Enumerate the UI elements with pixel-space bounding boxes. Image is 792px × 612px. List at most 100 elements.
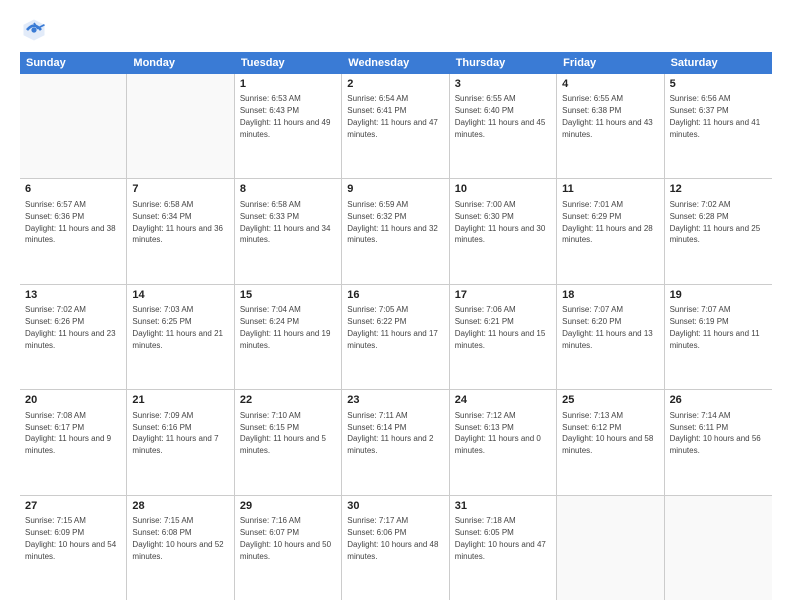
day-number: 15 — [240, 288, 336, 303]
calendar-row-3: 20Sunrise: 7:08 AM Sunset: 6:17 PM Dayli… — [20, 390, 772, 495]
calendar-cell-day-18: 18 Sunrise: 7:07 AM Sunset: 6:20 PM Dayli… — [557, 285, 664, 389]
day-info: Sunrise: 6:59 AM Sunset: 6:32 PM Dayligh… — [347, 200, 438, 245]
calendar-cell-day-11: 11 Sunrise: 7:01 AM Sunset: 6:29 PM Dayli… — [557, 179, 664, 283]
day-number: 17 — [455, 288, 551, 303]
calendar-cell-day-3: 3 Sunrise: 6:55 AM Sunset: 6:40 PM Daylig… — [450, 74, 557, 178]
day-number: 18 — [562, 288, 658, 303]
day-number: 6 — [25, 182, 121, 197]
calendar-header: SundayMondayTuesdayWednesdayThursdayFrid… — [20, 52, 772, 74]
day-number: 21 — [132, 393, 228, 408]
day-number: 30 — [347, 499, 443, 514]
calendar-cell-day-15: 15 Sunrise: 7:04 AM Sunset: 6:24 PM Dayli… — [235, 285, 342, 389]
day-number: 27 — [25, 499, 121, 514]
header-day-wednesday: Wednesday — [342, 52, 449, 74]
calendar-cell-day-8: 8 Sunrise: 6:58 AM Sunset: 6:33 PM Daylig… — [235, 179, 342, 283]
day-number: 31 — [455, 499, 551, 514]
calendar-cell-day-16: 16Sunrise: 7:05 AM Sunset: 6:22 PM Dayli… — [342, 285, 449, 389]
day-number: 11 — [562, 182, 658, 197]
day-number: 24 — [455, 393, 551, 408]
day-number: 26 — [670, 393, 767, 408]
calendar-cell-day-26: 26 Sunrise: 7:14 AM Sunset: 6:11 PM Dayli… — [665, 390, 772, 494]
day-number: 8 — [240, 182, 336, 197]
day-info: Sunrise: 7:05 AM Sunset: 6:22 PM Dayligh… — [347, 305, 438, 350]
day-info: Sunrise: 6:58 AM Sunset: 6:34 PM Dayligh… — [132, 200, 223, 245]
day-number: 29 — [240, 499, 336, 514]
calendar-cell-day-12: 12 Sunrise: 7:02 AM Sunset: 6:28 PM Dayli… — [665, 179, 772, 283]
calendar-cell-day-25: 25 Sunrise: 7:13 AM Sunset: 6:12 PM Dayli… — [557, 390, 664, 494]
calendar-cell-day-2: 2Sunrise: 6:54 AM Sunset: 6:41 PM Daylig… — [342, 74, 449, 178]
day-info: Sunrise: 7:07 AM Sunset: 6:19 PM Dayligh… — [670, 305, 760, 350]
day-info: Sunrise: 7:07 AM Sunset: 6:20 PM Dayligh… — [562, 305, 653, 350]
day-number: 4 — [562, 77, 658, 92]
day-info: Sunrise: 7:03 AM Sunset: 6:25 PM Dayligh… — [132, 305, 223, 350]
day-info: Sunrise: 7:14 AM Sunset: 6:11 PM Dayligh… — [670, 411, 761, 456]
day-number: 28 — [132, 499, 228, 514]
day-info: Sunrise: 7:12 AM Sunset: 6:13 PM Dayligh… — [455, 411, 541, 456]
calendar-cell-day-5: 5 Sunrise: 6:56 AM Sunset: 6:37 PM Daylig… — [665, 74, 772, 178]
calendar-body: 1Sunrise: 6:53 AM Sunset: 6:43 PM Daylig… — [20, 74, 772, 600]
day-number: 12 — [670, 182, 767, 197]
calendar-cell-day-19: 19 Sunrise: 7:07 AM Sunset: 6:19 PM Dayli… — [665, 285, 772, 389]
calendar-cell-day-28: 28 Sunrise: 7:15 AM Sunset: 6:08 PM Dayli… — [127, 496, 234, 600]
calendar-cell-empty — [20, 74, 127, 178]
day-info: Sunrise: 7:13 AM Sunset: 6:12 PM Dayligh… — [562, 411, 653, 456]
day-info: Sunrise: 7:11 AM Sunset: 6:14 PM Dayligh… — [347, 411, 433, 456]
day-number: 25 — [562, 393, 658, 408]
calendar-cell-day-13: 13Sunrise: 7:02 AM Sunset: 6:26 PM Dayli… — [20, 285, 127, 389]
day-info: Sunrise: 7:09 AM Sunset: 6:16 PM Dayligh… — [132, 411, 218, 456]
logo-icon — [20, 16, 48, 44]
calendar-cell-day-21: 21 Sunrise: 7:09 AM Sunset: 6:16 PM Dayli… — [127, 390, 234, 494]
calendar-cell-day-14: 14 Sunrise: 7:03 AM Sunset: 6:25 PM Dayli… — [127, 285, 234, 389]
calendar-cell-day-10: 10 Sunrise: 7:00 AM Sunset: 6:30 PM Dayli… — [450, 179, 557, 283]
day-info: Sunrise: 6:55 AM Sunset: 6:38 PM Dayligh… — [562, 94, 653, 139]
day-info: Sunrise: 7:02 AM Sunset: 6:28 PM Dayligh… — [670, 200, 761, 245]
calendar-cell-day-1: 1Sunrise: 6:53 AM Sunset: 6:43 PM Daylig… — [235, 74, 342, 178]
calendar-cell-day-23: 23Sunrise: 7:11 AM Sunset: 6:14 PM Dayli… — [342, 390, 449, 494]
day-number: 1 — [240, 77, 336, 92]
calendar-cell-day-9: 9 Sunrise: 6:59 AM Sunset: 6:32 PM Daylig… — [342, 179, 449, 283]
logo — [20, 16, 52, 44]
calendar-cell-day-7: 7 Sunrise: 6:58 AM Sunset: 6:34 PM Daylig… — [127, 179, 234, 283]
day-number: 19 — [670, 288, 767, 303]
header-day-tuesday: Tuesday — [235, 52, 342, 74]
day-info: Sunrise: 7:18 AM Sunset: 6:05 PM Dayligh… — [455, 516, 546, 561]
day-info: Sunrise: 6:56 AM Sunset: 6:37 PM Dayligh… — [670, 94, 761, 139]
day-number: 13 — [25, 288, 121, 303]
calendar-cell-day-4: 4 Sunrise: 6:55 AM Sunset: 6:38 PM Daylig… — [557, 74, 664, 178]
day-info: Sunrise: 7:15 AM Sunset: 6:09 PM Dayligh… — [25, 516, 116, 561]
header-day-monday: Monday — [127, 52, 234, 74]
header-day-thursday: Thursday — [450, 52, 557, 74]
day-info: Sunrise: 7:01 AM Sunset: 6:29 PM Dayligh… — [562, 200, 653, 245]
day-info: Sunrise: 7:10 AM Sunset: 6:15 PM Dayligh… — [240, 411, 326, 456]
day-number: 10 — [455, 182, 551, 197]
day-number: 14 — [132, 288, 228, 303]
day-info: Sunrise: 7:17 AM Sunset: 6:06 PM Dayligh… — [347, 516, 438, 561]
header-day-saturday: Saturday — [665, 52, 772, 74]
calendar-cell-day-27: 27 Sunrise: 7:15 AM Sunset: 6:09 PM Dayli… — [20, 496, 127, 600]
calendar-cell-empty — [665, 496, 772, 600]
day-number: 5 — [670, 77, 767, 92]
day-number: 9 — [347, 182, 443, 197]
calendar-cell-day-31: 31 Sunrise: 7:18 AM Sunset: 6:05 PM Dayli… — [450, 496, 557, 600]
calendar-cell-day-20: 20Sunrise: 7:08 AM Sunset: 6:17 PM Dayli… — [20, 390, 127, 494]
calendar-cell-day-30: 30 Sunrise: 7:17 AM Sunset: 6:06 PM Dayli… — [342, 496, 449, 600]
day-number: 22 — [240, 393, 336, 408]
day-info: Sunrise: 7:06 AM Sunset: 6:21 PM Dayligh… — [455, 305, 546, 350]
day-info: Sunrise: 7:00 AM Sunset: 6:30 PM Dayligh… — [455, 200, 546, 245]
calendar-cell-day-6: 6 Sunrise: 6:57 AM Sunset: 6:36 PM Daylig… — [20, 179, 127, 283]
day-info: Sunrise: 6:57 AM Sunset: 6:36 PM Dayligh… — [25, 200, 116, 245]
day-info: Sunrise: 6:55 AM Sunset: 6:40 PM Dayligh… — [455, 94, 546, 139]
header — [20, 16, 772, 44]
header-day-friday: Friday — [557, 52, 664, 74]
day-info: Sunrise: 7:04 AM Sunset: 6:24 PM Dayligh… — [240, 305, 331, 350]
day-info: Sunrise: 7:15 AM Sunset: 6:08 PM Dayligh… — [132, 516, 223, 561]
day-info: Sunrise: 6:54 AM Sunset: 6:41 PM Dayligh… — [347, 94, 438, 139]
calendar-cell-empty — [557, 496, 664, 600]
day-info: Sunrise: 6:58 AM Sunset: 6:33 PM Dayligh… — [240, 200, 331, 245]
calendar-row-0: 1Sunrise: 6:53 AM Sunset: 6:43 PM Daylig… — [20, 74, 772, 179]
calendar-cell-day-17: 17 Sunrise: 7:06 AM Sunset: 6:21 PM Dayli… — [450, 285, 557, 389]
day-number: 7 — [132, 182, 228, 197]
day-number: 3 — [455, 77, 551, 92]
calendar-row-1: 6 Sunrise: 6:57 AM Sunset: 6:36 PM Daylig… — [20, 179, 772, 284]
header-day-sunday: Sunday — [20, 52, 127, 74]
